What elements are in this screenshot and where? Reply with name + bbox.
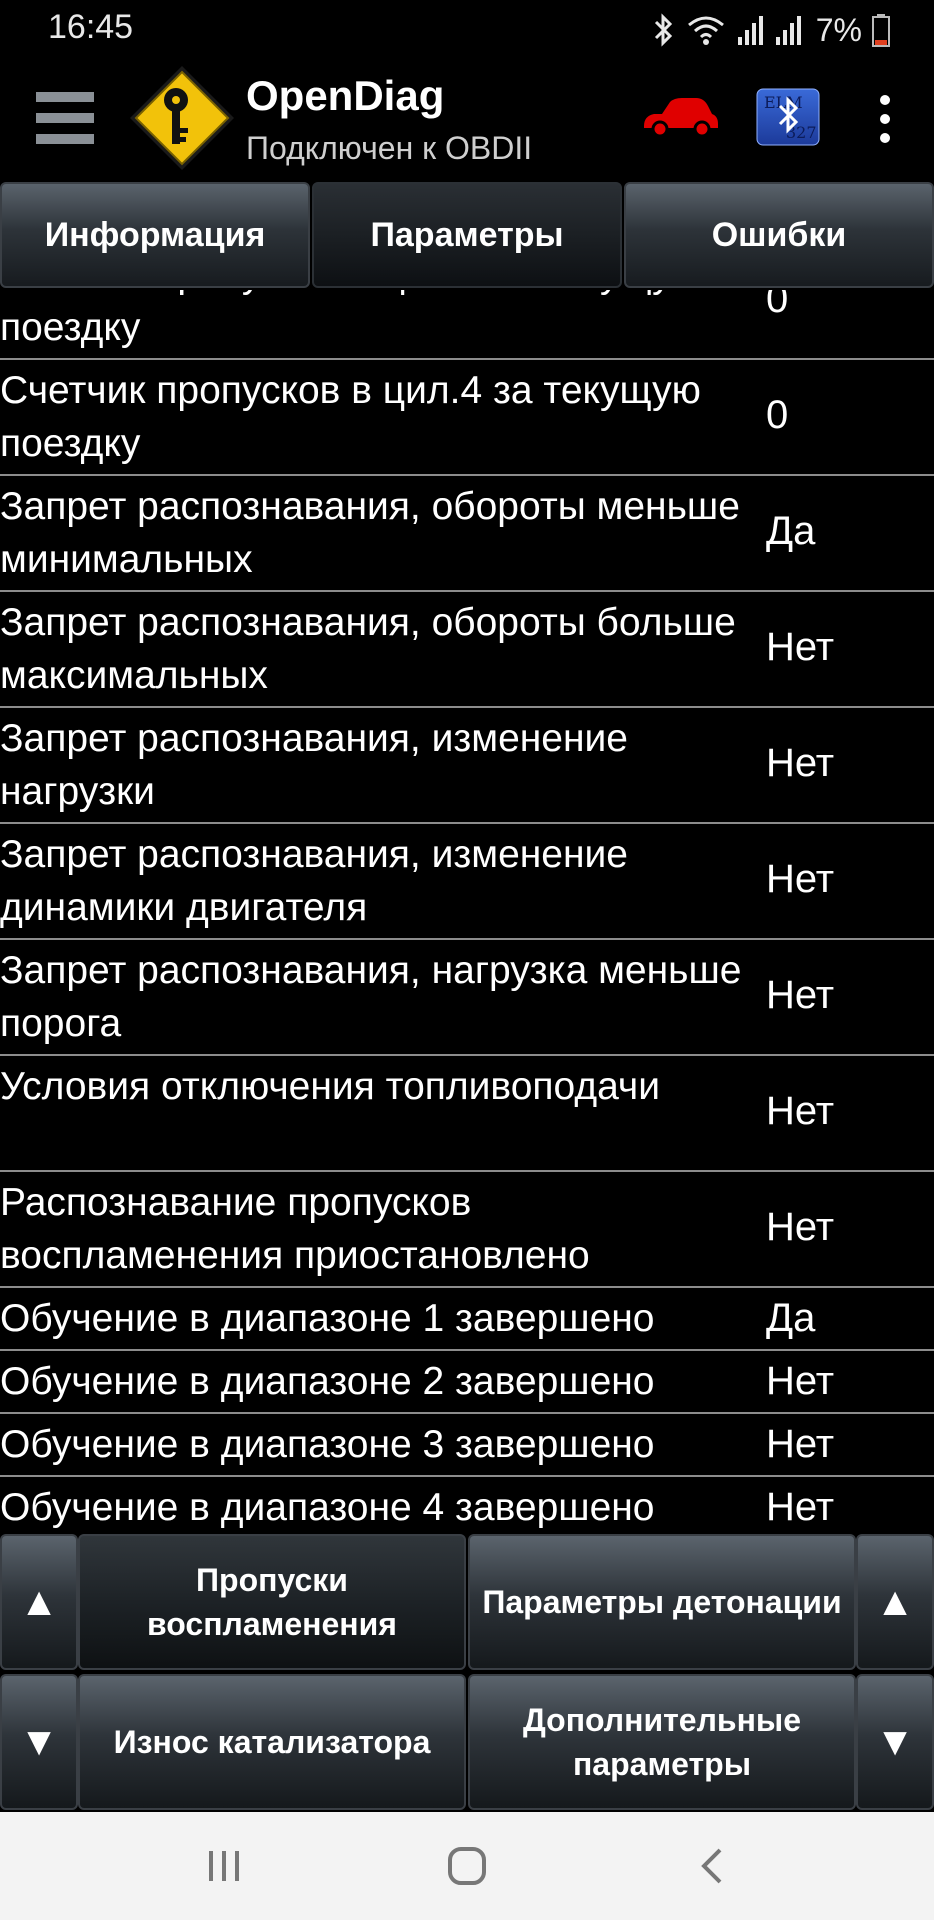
home-icon[interactable]: [446, 1846, 488, 1886]
page-up-button[interactable]: ▲: [856, 1534, 934, 1670]
page-down-button[interactable]: ▼: [856, 1674, 934, 1810]
wifi-icon: [687, 16, 724, 45]
table-row: Запрет распознавания, нагрузка меньше по…: [0, 940, 934, 1056]
car-icon[interactable]: [640, 94, 720, 140]
parameter-list-content: Счетчик пропусков в цил.3 за текущую пое…: [0, 290, 934, 1532]
table-row: Обучение в диапазоне 1 завершено Да: [0, 1288, 934, 1351]
parameter-value: Нет: [766, 1205, 835, 1249]
parameter-value: Нет: [766, 973, 835, 1017]
table-row: Обучение в диапазоне 4 завершено Нет: [0, 1477, 934, 1532]
app-logo-key-icon: [130, 66, 234, 170]
table-row: Обучение в диапазоне 2 завершено Нет: [0, 1351, 934, 1414]
bluetooth-icon: [654, 13, 672, 47]
parameter-value: Нет: [766, 1422, 835, 1466]
table-row: Счетчик пропусков в цил.3 за текущую пое…: [0, 290, 934, 360]
parameter-name: Условия отключения топливоподачи: [0, 1065, 661, 1108]
signal-icon: [737, 16, 763, 45]
parameter-name: Счетчик пропусков в цил.4 за текущую пое…: [0, 369, 701, 465]
connection-status: Подключен к OBDII: [246, 130, 533, 166]
parameter-value: Нет: [766, 625, 835, 669]
parameter-value: Да: [766, 1296, 816, 1340]
status-time: 16:45: [48, 8, 134, 46]
parameter-name: Запрет распознавания, нагрузка меньше по…: [0, 949, 742, 1045]
status-icons: 7%: [650, 10, 890, 50]
tab-bar: Информация Параметры Ошибки: [0, 182, 934, 290]
tab-parameters[interactable]: Параметры: [312, 182, 622, 288]
scroll-down-button[interactable]: ▼: [0, 1674, 78, 1810]
table-row: Обучение в диапазоне 3 завершено Нет: [0, 1414, 934, 1477]
scroll-up-button[interactable]: ▲: [0, 1534, 78, 1670]
battery-icon: [872, 14, 890, 47]
parameter-value: 0: [766, 393, 789, 437]
parameter-value: Нет: [766, 1359, 835, 1403]
table-row: Распознавание пропусков воспламенения пр…: [0, 1172, 934, 1288]
parameter-value: Нет: [766, 1485, 835, 1529]
parameter-name: Обучение в диапазоне 4 завершено: [0, 1486, 655, 1529]
table-row: Запрет распознавания, изменение динамики…: [0, 824, 934, 940]
parameter-name: Обучение в диапазоне 2 завершено: [0, 1360, 655, 1403]
catalyst-wear-button[interactable]: Износ катализатора: [78, 1674, 466, 1810]
system-nav-bar: [0, 1812, 934, 1920]
back-icon[interactable]: [696, 1846, 726, 1886]
battery-percent: 7%: [815, 11, 862, 48]
parameter-name: Запрет распознавания, обороты больше мак…: [0, 601, 736, 697]
parameter-value: Нет: [766, 1089, 835, 1133]
parameter-name: Обучение в диапазоне 1 завершено: [0, 1297, 655, 1340]
bottom-button-panel: ▲ Пропуски воспламенения Параметры детон…: [0, 1534, 934, 1812]
table-row: Счетчик пропусков в цил.4 за текущую пое…: [0, 360, 934, 476]
overflow-menu-icon[interactable]: [870, 94, 900, 144]
table-row: Запрет распознавания, обороты меньше мин…: [0, 476, 934, 592]
parameter-list[interactable]: Счетчик пропусков в цил.3 за текущую пое…: [0, 290, 934, 1532]
app-bar: OpenDiag Подключен к OBDII ELM 327: [0, 58, 934, 180]
bluetooth-adapter-icon[interactable]: ELM 327: [756, 88, 820, 146]
parameter-value: 0: [766, 290, 789, 321]
tab-errors[interactable]: Ошибки: [624, 182, 934, 288]
parameter-name: Распознавание пропусков воспламенения пр…: [0, 1181, 590, 1277]
misfire-button[interactable]: Пропуски воспламенения: [78, 1534, 466, 1670]
hamburger-menu-icon[interactable]: [36, 88, 94, 148]
parameter-value: Нет: [766, 857, 835, 901]
parameter-name: Запрет распознавания, обороты меньше мин…: [0, 485, 740, 581]
recent-apps-icon[interactable]: [206, 1848, 242, 1884]
app-title: OpenDiag: [246, 72, 445, 119]
knock-parameters-button[interactable]: Параметры детонации: [468, 1534, 856, 1670]
status-bar: 16:45 7%: [0, 0, 934, 58]
parameter-name: Обучение в диапазоне 3 завершено: [0, 1423, 655, 1466]
tab-information[interactable]: Информация: [0, 182, 310, 288]
parameter-name: Запрет распознавания, изменение динамики…: [0, 833, 628, 929]
parameter-value: Нет: [766, 741, 835, 785]
parameter-name: Запрет распознавания, изменение нагрузки: [0, 717, 628, 813]
additional-parameters-button[interactable]: Дополнительные параметры: [468, 1674, 856, 1810]
parameter-value: Да: [766, 509, 816, 553]
table-row: Запрет распознавания, изменение нагрузки…: [0, 708, 934, 824]
signal-icon: [775, 16, 801, 45]
parameter-name: Счетчик пропусков в цил.3 за текущую пое…: [0, 290, 701, 349]
table-row: Условия отключения топливоподачи Нет: [0, 1056, 934, 1172]
table-row: Запрет распознавания, обороты больше мак…: [0, 592, 934, 708]
